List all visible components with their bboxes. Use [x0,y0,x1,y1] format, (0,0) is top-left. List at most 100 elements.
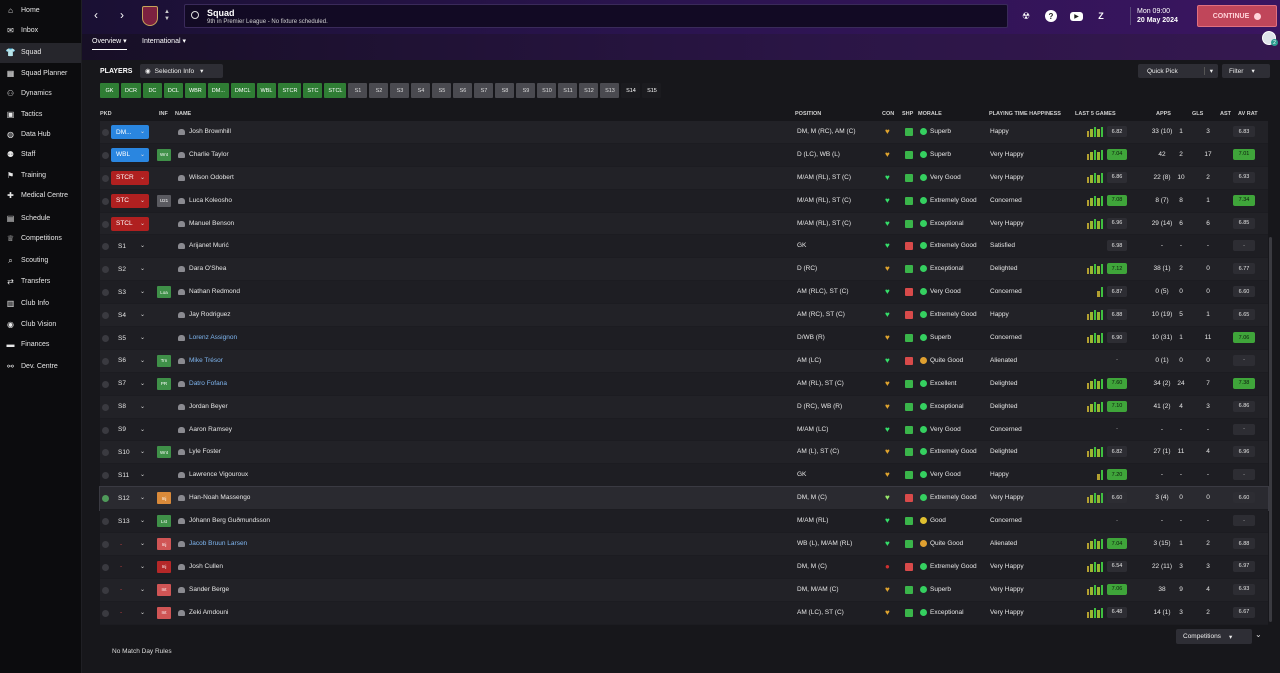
competitions-button[interactable]: Competitions ▾ [1176,629,1252,644]
player-name[interactable]: Dara O'Shea [189,265,226,272]
player-name[interactable]: Manuel Benson [189,220,234,227]
pkd-selector[interactable]: S7 ⌄ [111,377,149,391]
chevron-down-icon[interactable]: ⌄ [1255,630,1262,639]
sidebar-item-competitions[interactable]: ♕ Competitions [0,228,81,248]
col-shp[interactable]: SHP [902,111,913,117]
pkd-selector[interactable]: S4 ⌄ [111,308,149,322]
select-checkbox[interactable] [102,357,109,365]
select-checkbox[interactable] [102,472,109,480]
table-row[interactable]: S9 ⌄ Aaron Ramsey M/AM (LC) ♥ Very Good Concer… [100,418,1268,442]
select-checkbox[interactable] [102,151,109,159]
tab-position-s15[interactable]: S15 [642,83,662,98]
player-name[interactable]: Lorenz Assignon [189,334,237,341]
sidebar-item-dynamics[interactable]: ⚇ Dynamics [0,84,81,104]
pkd-selector[interactable]: S8 ⌄ [111,400,149,414]
table-row[interactable]: DM... ⌄ Josh Brownhill DM, M (RC), AM (C) ♥ S… [100,121,1268,144]
pkd-selector[interactable]: S12 ⌄ [111,491,149,505]
club-crest-icon[interactable] [142,6,158,26]
tab-position-s1[interactable]: S1 [348,83,368,98]
pkd-selector[interactable]: S9 ⌄ [111,423,149,437]
select-checkbox[interactable] [102,335,109,343]
scrollbar[interactable] [1269,237,1272,622]
tab-position-wbl[interactable]: WBL [256,83,277,98]
player-name[interactable]: Luca Koleosho [189,197,232,204]
col-pth[interactable]: PLAYING TIME HAPPINESS [989,111,1061,117]
player-name[interactable]: Mike Trésor [189,357,223,364]
table-row[interactable]: S10 ⌄ Wnt Lyle Foster AM (L), ST (C) ♥ Extreme… [100,441,1268,465]
pkd-selector[interactable]: S1 ⌄ [111,239,149,253]
tab-position-gk[interactable]: GK [100,83,119,98]
col-position[interactable]: POSITION [795,111,821,117]
tab-international[interactable]: International ▾ [142,37,186,45]
youtube-icon[interactable]: ▶ [1070,12,1083,21]
table-row[interactable]: STCR ⌄ Wilson Odobert M/AM (RL), ST (C) ♥ Ver… [100,166,1268,190]
sidebar-item-transfers[interactable]: ⇄ Transfers [0,271,81,291]
pkd-selector[interactable]: S13 ⌄ [111,514,149,528]
player-name[interactable]: Lyle Foster [189,448,221,455]
continue-button[interactable]: CONTINUE [1197,5,1277,27]
tab-position-dcr[interactable]: DCR [121,83,141,98]
pkd-selector[interactable]: S2 ⌄ [111,262,149,276]
table-row[interactable]: STCL ⌄ Manuel Benson M/AM (RL), ST (C) ♥ Exce… [100,212,1268,236]
select-checkbox[interactable] [102,197,109,205]
tab-position-dc[interactable]: DC [142,83,162,98]
selection-info-button[interactable]: ◉ Selection Info ▾ [140,64,223,78]
col-name[interactable]: NAME [175,111,191,117]
tab-position-stcl[interactable]: STCL [324,83,347,98]
select-checkbox[interactable] [102,426,109,434]
player-name[interactable]: Aaron Ramsey [189,426,232,433]
select-checkbox[interactable] [102,266,109,274]
quick-pick-button[interactable]: Quick Pick ▾ [1138,64,1218,78]
pkd-selector[interactable]: S5 ⌄ [111,331,149,345]
select-checkbox[interactable] [102,449,109,457]
tab-position-s4[interactable]: S4 [411,83,431,98]
table-row[interactable]: S13 ⌄ Lst Jóhann Berg Guðmundsson M/AM (RL) ♥… [100,510,1268,534]
tab-position-s10[interactable]: S10 [537,83,557,98]
player-name[interactable]: Han-Noah Massengo [189,494,250,501]
player-name[interactable]: Zeki Amdouni [189,609,228,616]
tab-position-s8[interactable]: S8 [495,83,515,98]
tab-position-s11[interactable]: S11 [558,83,578,98]
table-row[interactable]: S3 ⌄ Loa Nathan Redmond AM (RLC), ST (C) ♥ Ver… [100,281,1268,305]
player-name[interactable]: Lawrence Vigouroux [189,471,248,478]
tab-position-wbr[interactable]: WBR [184,83,206,98]
tab-position-s5[interactable]: S5 [432,83,452,98]
player-name[interactable]: Sander Berge [189,586,229,593]
player-name[interactable]: Josh Brownhill [189,128,231,135]
player-name[interactable]: Wilson Odobert [189,174,234,181]
tab-position-s7[interactable]: S7 [474,83,494,98]
pkd-selector[interactable]: WBL ⌄ [111,147,149,162]
pkd-selector[interactable]: - ⌄ [111,537,149,551]
select-checkbox[interactable] [102,586,109,594]
table-row[interactable]: - ⌄ Int Sander Berge DM, M/AM (C) ♥ Superb Very… [100,578,1268,602]
sidebar-item-finances[interactable]: ▬ Finances [0,334,81,354]
player-name[interactable]: Datro Fofana [189,380,227,387]
col-avrat[interactable]: AV RAT [1238,111,1258,117]
col-last5[interactable]: LAST 5 GAMES [1075,111,1116,117]
table-row[interactable]: S1 ⌄ Arijanet Murić GK ♥ Extremely Good Satisf… [100,235,1268,259]
pkd-selector[interactable]: STCL ⌄ [111,216,149,231]
sidebar-item-inbox[interactable]: ✉ Inbox [0,20,81,40]
select-checkbox[interactable] [102,243,109,251]
sidebar-item-schedule[interactable]: ▤ Schedule [0,208,81,228]
pkd-selector[interactable]: S3 ⌄ [111,285,149,299]
col-pkd[interactable]: PKD [100,111,112,117]
help-icon[interactable]: ? [1045,10,1057,22]
col-morale[interactable]: MORALE [918,111,942,117]
sidebar-item-tactics[interactable]: ▣ Tactics [0,104,81,124]
pkd-selector[interactable]: DM... ⌄ [111,125,149,139]
tab-position-s3[interactable]: S3 [390,83,410,98]
pkd-selector[interactable]: STCR ⌄ [111,170,149,185]
pkd-selector[interactable]: S10 ⌄ [111,445,149,459]
filter-button[interactable]: Filter ▾ [1222,64,1270,78]
select-checkbox[interactable] [102,518,109,526]
select-checkbox[interactable] [102,609,109,617]
table-row[interactable]: WBL ⌄ Wnt Charlie Taylor D (LC), WB (L) ♥ Supe… [100,143,1268,167]
select-checkbox[interactable] [102,289,109,297]
col-ast[interactable]: AST [1220,111,1231,117]
table-row[interactable]: STC ⌄ U21 Luca Koleosho M/AM (RL), ST (C) ♥ Ex… [100,189,1268,213]
tab-position-s12[interactable]: S12 [579,83,599,98]
table-row[interactable]: - ⌄ Int Zeki Amdouni AM (LC), ST (C) ♥ Excepti… [100,601,1268,625]
col-inf[interactable]: INF [159,111,168,117]
pkd-selector[interactable]: STC ⌄ [111,193,149,208]
